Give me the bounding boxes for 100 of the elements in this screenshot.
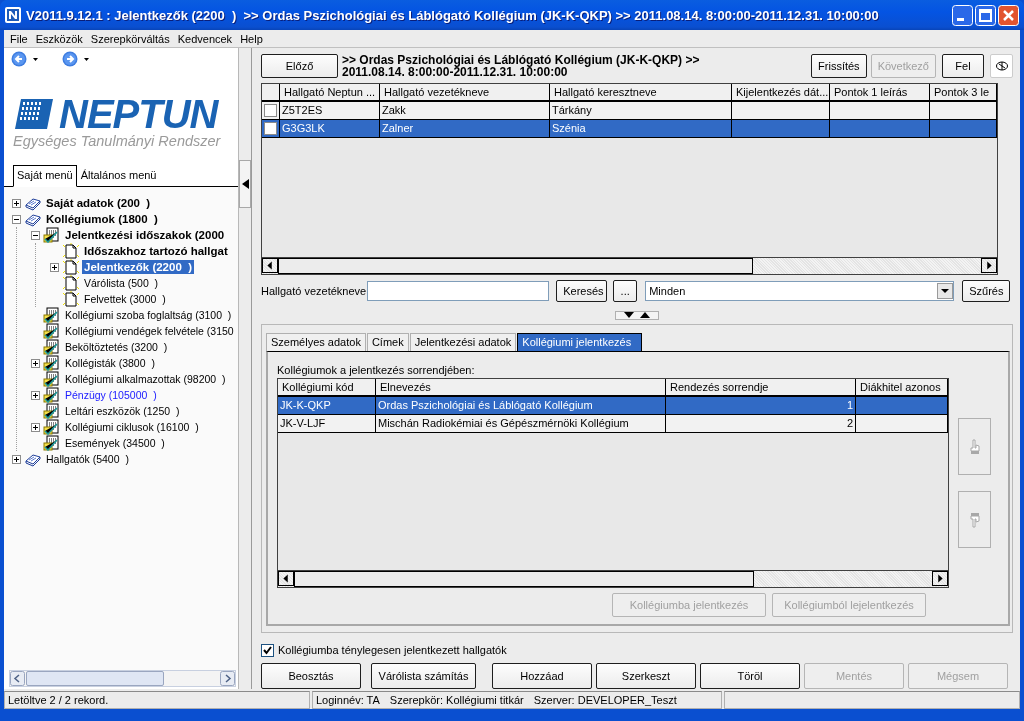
column-header[interactable]: Diákhitel azonos xyxy=(856,379,948,397)
tree-item[interactable]: Kollégiumi vendégek felvétele (3150 xyxy=(63,324,236,338)
table-cell: 2 xyxy=(666,415,856,433)
expand-icon[interactable] xyxy=(30,390,40,400)
search-button[interactable]: Keresés xyxy=(556,280,608,302)
tree-item[interactable]: Hallgatók (5400 ) xyxy=(44,452,131,466)
action-button[interactable]: Hozzáad xyxy=(492,663,592,689)
tree-item[interactable]: Kollégiumi alkalmazottak (98200 ) xyxy=(63,372,228,386)
row-checkbox[interactable] xyxy=(264,122,277,135)
expand-icon[interactable] xyxy=(30,358,40,368)
tree-item[interactable]: Kollégisták (3800 ) xyxy=(63,356,157,370)
collapse-left-icon xyxy=(241,179,249,189)
filter-button[interactable]: Szűrés xyxy=(962,280,1011,302)
tree-item[interactable]: Várólista (500 ) xyxy=(82,276,161,290)
expand-up-icon[interactable] xyxy=(640,312,650,318)
status-text: Loginnév: TA xyxy=(316,694,380,706)
collapse-icon[interactable] xyxy=(30,230,40,240)
forward-icon[interactable] xyxy=(62,51,78,67)
close-icon[interactable] xyxy=(998,4,1019,26)
expand-icon[interactable] xyxy=(49,262,59,272)
form-icon xyxy=(43,307,61,323)
column-header[interactable]: Kollégiumi kód xyxy=(278,379,376,397)
toolbar-button[interactable]: Frissítés xyxy=(811,54,867,78)
menu-item[interactable]: File xyxy=(6,32,32,45)
column-header[interactable]: Kijelentkezés dát... xyxy=(732,84,830,102)
row-checkbox[interactable] xyxy=(264,104,277,117)
tree-item[interactable]: Kollégiumi ciklusok (16100 ) xyxy=(63,420,201,434)
tree-item[interactable]: Jelentkezők (2200 ) xyxy=(82,260,195,274)
action-button[interactable]: Töröl xyxy=(700,663,800,689)
collapse-panel-button[interactable] xyxy=(239,160,251,208)
table-cell: 1 xyxy=(666,397,856,415)
logo-subtitle: Egységes Tanulmányi Rendszer xyxy=(13,133,222,149)
more-button[interactable]: ... xyxy=(613,280,638,302)
action-button[interactable]: Beosztás xyxy=(261,663,361,689)
action-button[interactable]: Szerkeszt xyxy=(596,663,696,689)
tree-item[interactable]: Leltári eszközök (1250 ) xyxy=(63,404,182,418)
menu-tab[interactable]: Általános menü xyxy=(76,165,161,186)
page-icon xyxy=(62,243,80,259)
collapse-icon[interactable] xyxy=(11,214,21,224)
pin-button[interactable] xyxy=(990,54,1013,78)
column-header[interactable]: Hallgató vezetékneve xyxy=(380,84,550,102)
tree-item[interactable]: Kollégiumok (1800 ) xyxy=(44,212,160,226)
record-title: 2011.08.14. 8:00:00-2011.12.31. 10:00:00 xyxy=(342,66,568,78)
book-icon xyxy=(24,451,42,467)
page-icon xyxy=(62,291,80,307)
tree-item[interactable]: Jelentkezési időszakok (2000 xyxy=(63,228,227,242)
table-cell: Z5T2ES xyxy=(280,102,380,120)
tree-item[interactable]: Kollégiumi szoba foglaltság (3100 ) xyxy=(63,308,234,322)
tab[interactable]: Személyes adatok xyxy=(266,333,366,351)
tab[interactable]: Címek xyxy=(366,333,409,351)
tree-item[interactable]: Felvettek (3000 ) xyxy=(82,292,168,306)
tree-item[interactable]: Események (34500 ) xyxy=(63,436,167,450)
table-row[interactable]: Z5T2ES Zakk Tárkány xyxy=(262,102,997,120)
checkbox[interactable] xyxy=(261,643,274,657)
hand-up-icon xyxy=(968,438,981,455)
tab[interactable]: Jelentkezési adatok xyxy=(409,333,517,351)
scrollbar[interactable] xyxy=(262,257,997,274)
tree-item[interactable]: Pénzügy (105000 ) xyxy=(63,388,159,402)
field-label: Hallgató vezetékneve xyxy=(261,285,367,297)
menu-item[interactable]: Eszközök xyxy=(31,32,87,45)
column-header[interactable]: Hallgató keresztneve xyxy=(550,84,732,102)
tab[interactable]: Kollégiumi jelentkezés xyxy=(517,333,643,351)
caret-icon[interactable] xyxy=(84,57,89,61)
table-cell: Zalner xyxy=(380,120,550,138)
expand-icon[interactable] xyxy=(11,454,21,464)
menu-item[interactable]: Help xyxy=(236,32,267,45)
tree-item[interactable]: Időszakhoz tartozó hallgat xyxy=(82,244,230,258)
input-field[interactable] xyxy=(367,281,550,301)
table-row[interactable]: G3G3LK Zalner Szénia xyxy=(262,120,997,138)
maximize-icon[interactable] xyxy=(975,4,996,26)
menu-item[interactable]: Szerepkörváltás xyxy=(86,32,174,45)
book-icon xyxy=(24,211,42,227)
page-icon xyxy=(62,275,80,291)
column-header[interactable]: Pontok 1 leírás xyxy=(830,84,930,102)
tree-item[interactable]: Saját adatok (200 ) xyxy=(44,196,153,210)
minimize-icon[interactable] xyxy=(952,4,973,26)
column-header[interactable]: Rendezés sorrendje xyxy=(666,379,856,397)
checkbox-label: Kollégiumba ténylegesen jelentkezett hallgatók xyxy=(278,644,507,656)
action-button[interactable]: Várólista számítás xyxy=(371,663,476,689)
form-icon xyxy=(43,339,61,355)
menu-item[interactable]: Kedvencek xyxy=(173,32,237,45)
column-header[interactable]: Hallgató Neptun ... xyxy=(280,84,380,102)
toolbar-button[interactable]: Fel xyxy=(942,54,984,78)
table-row[interactable]: JK-V-LJF Mischán Radiokémiai és Gépészmérnöki Kollégium 2 xyxy=(278,415,948,433)
column-header[interactable]: Pontok 3 le xyxy=(930,84,997,102)
column-header[interactable] xyxy=(262,84,280,102)
expand-icon[interactable] xyxy=(11,198,21,208)
pin-icon xyxy=(995,61,1008,71)
scrollbar[interactable] xyxy=(278,570,948,587)
column-header[interactable]: Elnevezés xyxy=(376,379,666,397)
previous-button[interactable]: Előző xyxy=(261,54,338,78)
filter-dropdown[interactable]: Minden xyxy=(645,281,955,301)
table-cell: Ordas Pszichológiai és Láblógató Kollégium xyxy=(376,397,666,415)
menu-tab[interactable]: Saját menü xyxy=(13,165,77,187)
tree-item[interactable]: Beköltöztetés (3200 ) xyxy=(63,340,170,354)
table-row[interactable]: JK-K-QKP Ordas Pszichológiai és Láblógató Kollégium 1 xyxy=(278,397,948,415)
collapse-down-icon[interactable] xyxy=(624,312,634,318)
expand-icon[interactable] xyxy=(30,422,40,432)
caret-icon[interactable] xyxy=(33,57,38,61)
back-icon[interactable] xyxy=(11,51,27,67)
